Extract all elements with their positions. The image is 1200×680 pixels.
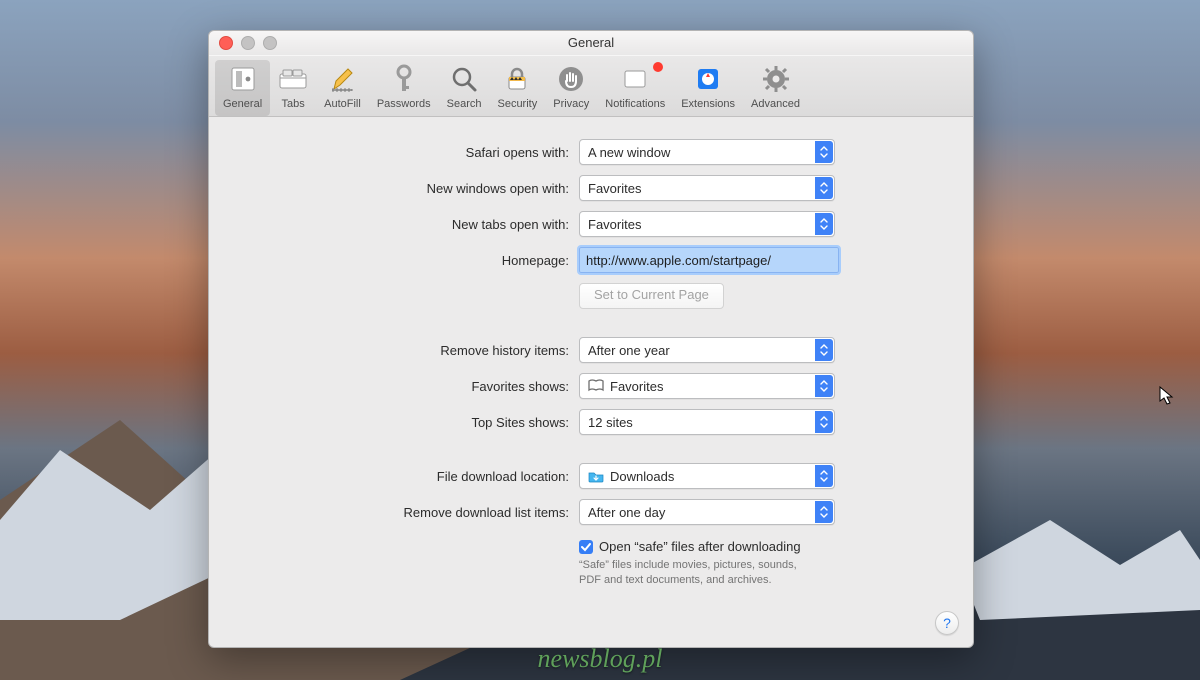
cursor-icon xyxy=(1159,386,1175,406)
popup-download-location[interactable]: Downloads xyxy=(579,463,835,489)
label-new-windows: New windows open with: xyxy=(239,181,579,196)
label-download-location: File download location: xyxy=(239,469,579,484)
tab-security[interactable]: Security xyxy=(489,60,545,116)
label-safari-opens-with: Safari opens with: xyxy=(239,145,579,160)
notification-icon xyxy=(620,64,650,94)
tab-label: Advanced xyxy=(751,98,800,110)
label-homepage: Homepage: xyxy=(239,253,579,268)
preferences-toolbar: General Tabs AutoFill Passwords xyxy=(209,56,973,117)
tab-label: General xyxy=(223,98,262,110)
close-icon[interactable] xyxy=(219,36,233,50)
preferences-window: General General Tabs AutoFill xyxy=(208,30,974,648)
tab-search[interactable]: Search xyxy=(439,60,490,116)
tab-tabs[interactable]: Tabs xyxy=(270,60,316,116)
tab-label: AutoFill xyxy=(324,98,361,110)
minimize-icon[interactable] xyxy=(241,36,255,50)
key-icon xyxy=(389,64,419,94)
general-icon xyxy=(228,64,258,94)
tab-label: Search xyxy=(447,98,482,110)
tabs-icon xyxy=(278,64,308,94)
desktop: General General Tabs AutoFill xyxy=(0,0,1200,680)
tab-label: Notifications xyxy=(605,98,665,110)
checkmark-icon xyxy=(579,540,593,554)
popup-remove-downloads[interactable]: After one day xyxy=(579,499,835,525)
tab-general[interactable]: General xyxy=(215,60,270,116)
titlebar[interactable]: General xyxy=(209,31,973,56)
chevron-updown-icon xyxy=(815,465,833,487)
tab-label: Passwords xyxy=(377,98,431,110)
chevron-updown-icon xyxy=(815,375,833,397)
chevron-updown-icon xyxy=(815,141,833,163)
help-button[interactable]: ? xyxy=(935,611,959,635)
popup-safari-opens-with[interactable]: A new window xyxy=(579,139,835,165)
chevron-updown-icon xyxy=(815,213,833,235)
tab-privacy[interactable]: Privacy xyxy=(545,60,597,116)
label-new-tabs: New tabs open with: xyxy=(239,217,579,232)
search-icon xyxy=(449,64,479,94)
general-pane: Safari opens with: A new window New wind… xyxy=(209,117,973,618)
book-icon xyxy=(588,379,604,393)
safe-files-help: “Safe” files include movies, pictures, s… xyxy=(579,558,819,588)
tab-advanced[interactable]: Advanced xyxy=(743,60,808,116)
tab-label: Extensions xyxy=(681,98,735,110)
set-current-page-button[interactable]: Set to Current Page xyxy=(579,283,724,309)
label-remove-history: Remove history items: xyxy=(239,343,579,358)
popup-new-tabs[interactable]: Favorites xyxy=(579,211,835,237)
label-top-sites: Top Sites shows: xyxy=(239,415,579,430)
popup-top-sites[interactable]: 12 sites xyxy=(579,409,835,435)
lock-icon xyxy=(502,64,532,94)
tab-extensions[interactable]: Extensions xyxy=(673,60,743,116)
chevron-updown-icon xyxy=(815,411,833,433)
open-safe-files-checkbox[interactable]: Open “safe” files after downloading xyxy=(579,539,879,554)
pencil-icon xyxy=(327,64,357,94)
tab-label: Privacy xyxy=(553,98,589,110)
label-remove-downloads: Remove download list items: xyxy=(239,505,579,520)
watermark: newsblog.pl xyxy=(538,644,663,674)
puzzle-icon xyxy=(693,64,723,94)
notification-badge xyxy=(653,62,663,72)
chevron-updown-icon xyxy=(815,339,833,361)
popup-new-windows[interactable]: Favorites xyxy=(579,175,835,201)
popup-remove-history[interactable]: After one year xyxy=(579,337,835,363)
tab-notifications[interactable]: Notifications xyxy=(597,60,673,116)
traffic-lights xyxy=(219,36,277,50)
tab-autofill[interactable]: AutoFill xyxy=(316,60,369,116)
tab-label: Tabs xyxy=(282,98,305,110)
zoom-icon[interactable] xyxy=(263,36,277,50)
window-title: General xyxy=(568,35,614,50)
chevron-updown-icon xyxy=(815,501,833,523)
tab-label: Security xyxy=(497,98,537,110)
folder-icon xyxy=(588,469,604,483)
gear-icon xyxy=(761,64,791,94)
chevron-updown-icon xyxy=(815,177,833,199)
hand-icon xyxy=(556,64,586,94)
tab-passwords[interactable]: Passwords xyxy=(369,60,439,116)
label-favorites-shows: Favorites shows: xyxy=(239,379,579,394)
popup-favorites-shows[interactable]: Favorites xyxy=(579,373,835,399)
homepage-field[interactable] xyxy=(579,247,839,273)
